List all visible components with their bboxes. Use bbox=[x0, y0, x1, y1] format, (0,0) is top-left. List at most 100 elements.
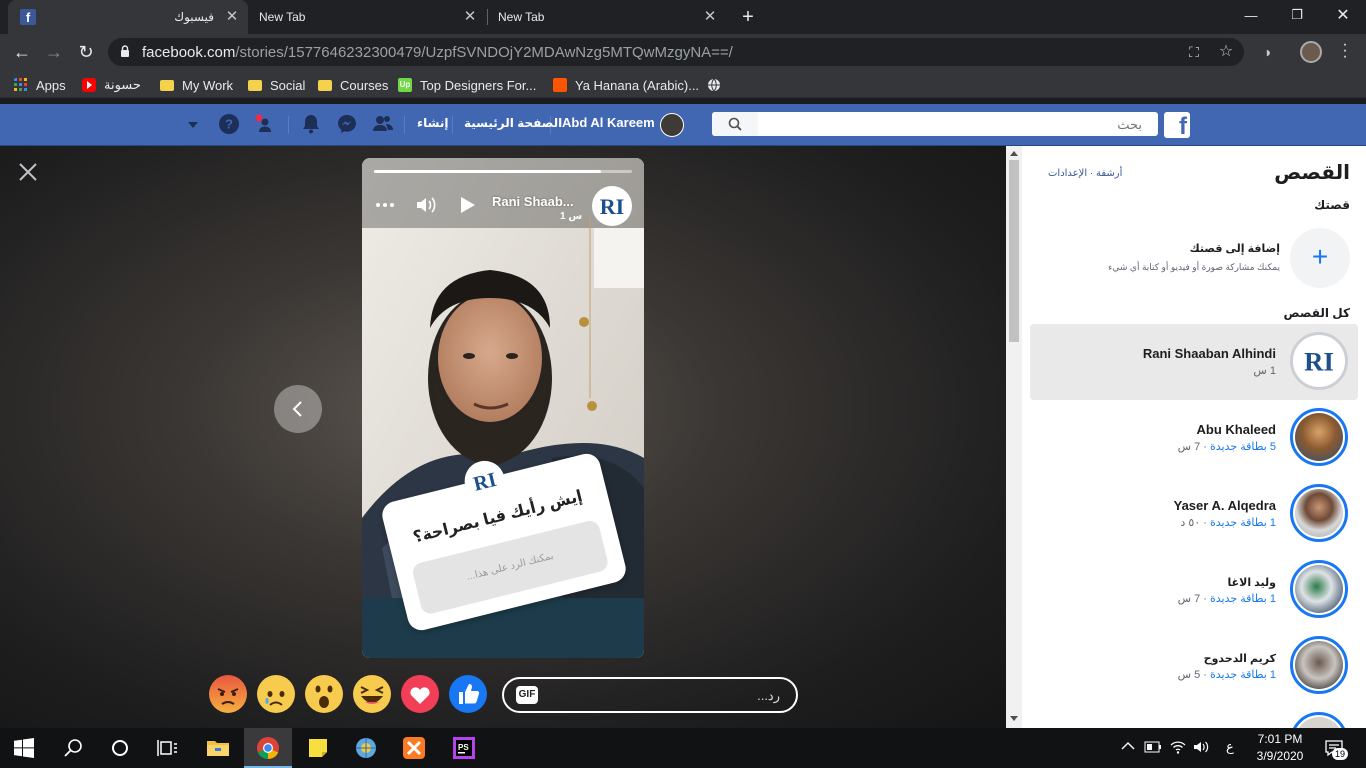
bookmark-social[interactable]: Social bbox=[248, 76, 305, 94]
folder-icon bbox=[318, 79, 332, 91]
account-menu-caret-icon[interactable] bbox=[186, 118, 200, 132]
file-explorer-icon[interactable] bbox=[206, 736, 230, 760]
profile-name-link[interactable]: Abd Al Kareem bbox=[562, 115, 655, 130]
your-story-heading: قصتك bbox=[1314, 198, 1350, 212]
scroll-down-arrow-icon[interactable] bbox=[1010, 716, 1018, 721]
bookmark-globe[interactable] bbox=[707, 76, 729, 94]
angry-reaction-icon[interactable] bbox=[208, 674, 248, 714]
address-bar[interactable]: facebook.com/stories/1577646232300479/Uz… bbox=[108, 38, 1244, 66]
bookmark-courses[interactable]: Courses bbox=[318, 76, 388, 94]
gif-icon[interactable]: GIF bbox=[516, 686, 538, 704]
search-icon[interactable] bbox=[62, 736, 86, 760]
bookmark-apps[interactable]: Apps bbox=[14, 76, 66, 94]
story-list-item[interactable]: وليد الاغا 1 بطاقة جديدة · 7 س bbox=[1030, 552, 1358, 628]
story-list-item[interactable]: كريم الدحدوح 1 بطاقة جديدة · 5 س bbox=[1030, 628, 1358, 704]
create-link[interactable]: إنشاء bbox=[417, 116, 448, 130]
bookmark-label: My Work bbox=[182, 77, 234, 93]
search-button[interactable] bbox=[712, 112, 758, 136]
chrome-icon[interactable] bbox=[256, 736, 280, 760]
story-list-item[interactable] bbox=[1030, 704, 1358, 728]
story-reply-box: GIF bbox=[502, 677, 798, 713]
tab-facebook[interactable]: f فيسبوك ✕ bbox=[8, 0, 248, 34]
story-list-item[interactable]: RI Rani Shaaban Alhindi 1 س bbox=[1030, 324, 1358, 400]
speaker-icon[interactable] bbox=[1192, 739, 1210, 755]
haha-reaction-icon[interactable] bbox=[352, 674, 392, 714]
story-list-item[interactable]: Abu Khaleed 5 بطاقة جديدة · 7 س bbox=[1030, 400, 1358, 476]
add-to-story-title[interactable]: إضافة إلى قصتك bbox=[1190, 242, 1280, 255]
close-icon[interactable] bbox=[16, 160, 40, 184]
home-link[interactable]: الصفحة الرئيسية bbox=[464, 116, 562, 130]
story-meta: 1 بطاقة جديدة · 5 س bbox=[1177, 669, 1276, 681]
story-reply-input[interactable] bbox=[548, 679, 788, 711]
like-reaction-icon[interactable] bbox=[448, 674, 488, 714]
phpstorm-icon[interactable]: PS bbox=[452, 736, 476, 760]
bookmark-hassouna[interactable]: حسونة bbox=[82, 76, 141, 94]
archive-settings-links[interactable]: أرشفة · الإعدادات bbox=[1048, 168, 1122, 179]
more-options-icon[interactable] bbox=[374, 194, 396, 216]
add-story-button[interactable]: + bbox=[1290, 228, 1350, 288]
chevron-up-icon[interactable] bbox=[1120, 738, 1136, 754]
new-tab-button[interactable]: + bbox=[738, 7, 758, 27]
previous-story-button[interactable] bbox=[274, 385, 322, 433]
messenger-icon[interactable] bbox=[336, 113, 358, 135]
cortana-icon[interactable] bbox=[108, 736, 132, 760]
browser-menu-icon[interactable]: · · · bbox=[1340, 37, 1350, 65]
friend-requests-icon[interactable] bbox=[372, 113, 394, 135]
close-tab-icon[interactable]: ✕ bbox=[702, 9, 718, 25]
profile-avatar[interactable] bbox=[660, 113, 684, 137]
bookmark-top-designers[interactable]: Up Top Designers For... bbox=[398, 76, 536, 94]
input-language-indicator[interactable]: ع bbox=[1226, 739, 1234, 755]
sad-reaction-icon[interactable] bbox=[256, 674, 296, 714]
extension-icon[interactable]: ◑ bbox=[1259, 44, 1275, 60]
search-input[interactable] bbox=[758, 112, 1148, 136]
battery-icon[interactable] bbox=[1144, 740, 1162, 754]
reload-button[interactable]: ↻ bbox=[74, 40, 98, 64]
notification-count-badge: 19 bbox=[1332, 748, 1349, 760]
sticky-notes-icon[interactable] bbox=[306, 736, 330, 760]
windows-start-icon[interactable] bbox=[14, 738, 34, 758]
network-app-icon[interactable] bbox=[354, 736, 378, 760]
volume-icon[interactable] bbox=[414, 194, 436, 216]
bookmarks-bar: Apps حسونة My Work Social Courses Up Top… bbox=[0, 70, 1366, 98]
bookmark-my-work[interactable]: My Work bbox=[160, 76, 233, 94]
love-reaction-icon[interactable] bbox=[400, 674, 440, 714]
close-tab-icon[interactable]: ✕ bbox=[462, 9, 478, 25]
close-tab-icon[interactable]: ✕ bbox=[224, 9, 240, 25]
sidebar-scrollbar[interactable] bbox=[1006, 146, 1022, 728]
browser-profile-avatar[interactable] bbox=[1300, 41, 1322, 63]
help-icon[interactable]: ? bbox=[218, 113, 240, 135]
tab-title: New Tab bbox=[259, 10, 306, 24]
tab-new-tab-1[interactable]: New Tab ✕ bbox=[248, 0, 486, 34]
task-view-icon[interactable] bbox=[156, 736, 180, 760]
scroll-up-arrow-icon[interactable] bbox=[1010, 151, 1018, 156]
wow-reaction-icon[interactable] bbox=[304, 674, 344, 714]
community-icon[interactable] bbox=[254, 113, 276, 135]
story-owner-avatar[interactable]: RI bbox=[592, 186, 632, 226]
bookmark-star-icon[interactable]: ☆ bbox=[1218, 44, 1234, 60]
clock-time[interactable]: 7:01 PM bbox=[1252, 732, 1308, 746]
minimize-button[interactable]: — bbox=[1228, 0, 1274, 30]
tab-title: New Tab bbox=[498, 10, 545, 24]
youtube-icon bbox=[82, 78, 96, 92]
translate-icon[interactable]: ⛶ bbox=[1186, 44, 1202, 60]
story-card[interactable]: Rani Shaab... 1 س RI RI إيش رأيك فيا بصر… bbox=[362, 158, 644, 658]
wifi-icon[interactable] bbox=[1170, 739, 1186, 755]
back-button[interactable]: ← bbox=[10, 40, 34, 64]
bookmark-label: Courses bbox=[340, 77, 389, 93]
notifications-bell-icon[interactable] bbox=[300, 113, 322, 135]
facebook-logo-icon[interactable]: f bbox=[1164, 112, 1190, 138]
bookmark-ya-hanana[interactable]: Ya Hanana (Arabic)... bbox=[553, 76, 699, 94]
close-window-button[interactable]: ✕ bbox=[1320, 0, 1366, 30]
header-divider bbox=[452, 116, 453, 134]
story-author-name: وليد الاغا bbox=[1227, 577, 1276, 589]
restore-button[interactable]: ❐ bbox=[1274, 0, 1320, 30]
scroll-thumb[interactable] bbox=[1009, 160, 1019, 342]
story-owner-name[interactable]: Rani Shaab... bbox=[492, 194, 574, 209]
story-list-item[interactable]: Yaser A. Alqedra 1 بطاقة جديدة · ٥٠ د bbox=[1030, 476, 1358, 552]
forward-button[interactable]: → bbox=[42, 40, 66, 64]
stories-title: القصص bbox=[1274, 162, 1350, 184]
tab-new-tab-2[interactable]: New Tab ✕ bbox=[488, 0, 726, 34]
xampp-icon[interactable] bbox=[402, 736, 426, 760]
play-icon[interactable] bbox=[456, 194, 478, 216]
clock-date[interactable]: 3/9/2020 bbox=[1252, 749, 1308, 763]
